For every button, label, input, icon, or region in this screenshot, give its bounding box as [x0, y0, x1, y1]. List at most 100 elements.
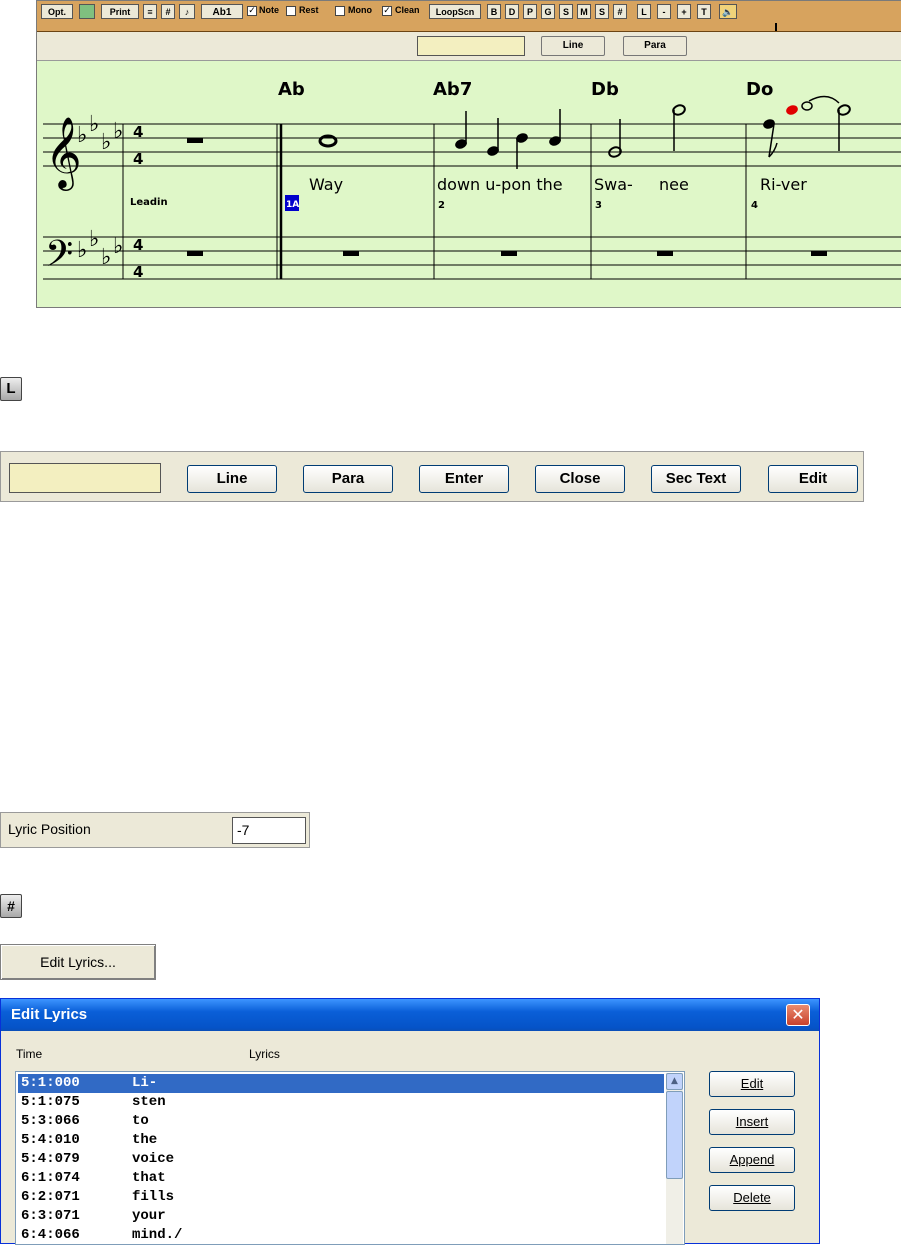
dialog-titlebar: Edit Lyrics ✕: [1, 999, 819, 1031]
lyric-row[interactable]: 5:1:075 sten: [18, 1093, 664, 1112]
lyric-row[interactable]: 5:4:079 voice: [18, 1150, 664, 1169]
grid-view-icon[interactable]: [79, 4, 95, 19]
svg-text:♭: ♭: [77, 238, 87, 263]
hash-icon[interactable]: #: [0, 894, 22, 918]
scroll-thumb[interactable]: [666, 1091, 683, 1179]
toolbar-letter-button[interactable]: S: [595, 4, 609, 19]
lyric-entry-toolbar: Line Para Enter Close Sec Text Edit: [0, 451, 864, 502]
lyric-word: to: [132, 1113, 149, 1129]
options-button[interactable]: Opt.: [41, 4, 73, 19]
edit-lyrics-dialog: Edit Lyrics ✕ Time Lyrics 5:1:000 Li- 5:1:…: [0, 998, 820, 1245]
lyric-row[interactable]: 5:4:010 the: [18, 1131, 664, 1150]
line-button[interactable]: Line: [541, 36, 605, 56]
toolbar-letter-button[interactable]: B: [487, 4, 501, 19]
sec-text-button[interactable]: Sec Text: [651, 465, 741, 493]
lyric-time: 6:2:071: [21, 1189, 80, 1205]
svg-text:♭: ♭: [89, 112, 99, 137]
clean-checkbox-label: Clean: [395, 5, 420, 15]
chord-symbol: Do: [746, 79, 773, 100]
toolbar-letter-button[interactable]: P: [523, 4, 537, 19]
svg-text:♭: ♭: [77, 123, 87, 148]
staff-lines-icon[interactable]: ≡: [143, 4, 157, 19]
ruler-marker: [775, 23, 777, 31]
lyric-position-input[interactable]: -7: [232, 817, 306, 844]
close-icon[interactable]: ✕: [786, 1004, 810, 1026]
lyric-text: Swa-: [594, 175, 633, 194]
melody-notes: [318, 95, 851, 169]
lyric-time: 5:1:075: [21, 1094, 80, 1110]
chord-symbol: Ab: [278, 79, 305, 100]
para-button[interactable]: Para: [303, 465, 393, 493]
chord-position-box[interactable]: Ab1: [201, 4, 243, 19]
rest-checkbox[interactable]: [286, 6, 296, 16]
note-checkbox[interactable]: ✓: [247, 6, 257, 16]
edit-lyrics-button[interactable]: Edit Lyrics...: [0, 944, 156, 980]
note-entry-icon[interactable]: ♪: [179, 4, 195, 19]
svg-text:♭: ♭: [89, 227, 99, 252]
dialog-title: Edit Lyrics: [11, 1006, 88, 1023]
notation-window: Opt. Print ≡ # ♪ Ab1 ✓ Note Rest Mono ✓ …: [36, 0, 901, 308]
toolbar-letter-button[interactable]: G: [541, 4, 555, 19]
lyric-word: that: [132, 1170, 166, 1186]
close-button[interactable]: Close: [535, 465, 625, 493]
rest-checkbox-label: Rest: [299, 5, 319, 15]
lyric-text: down u-pon the: [437, 175, 563, 194]
grid-icon[interactable]: #: [161, 4, 175, 19]
lyric-time: 5:1:000: [21, 1075, 80, 1091]
edit-button[interactable]: Edit: [768, 465, 858, 493]
mono-checkbox-label: Mono: [348, 5, 372, 15]
toolbar-letter-button[interactable]: #: [613, 4, 627, 19]
enter-button[interactable]: Enter: [419, 465, 509, 493]
lyric-entry-input[interactable]: [417, 36, 525, 56]
toolbar-letter-button[interactable]: S: [559, 4, 573, 19]
lyric-text: Way: [309, 175, 343, 194]
svg-text:♭: ♭: [113, 234, 123, 259]
lyric-text: nee: [659, 175, 689, 194]
lyric-row[interactable]: 6:2:071 fills: [18, 1188, 664, 1207]
lyric-time: 5:4:010: [21, 1132, 80, 1148]
toolbar-letter-button[interactable]: M: [577, 4, 591, 19]
position-ruler: [37, 23, 901, 32]
lyric-word: voice: [132, 1151, 175, 1167]
zoom-minus-button[interactable]: -: [657, 4, 671, 19]
print-button[interactable]: Print: [101, 4, 139, 19]
zoom-plus-button[interactable]: +: [677, 4, 691, 19]
bar-number: 4: [751, 200, 758, 211]
scroll-up-icon[interactable]: ▲: [666, 1073, 683, 1090]
svg-text:♭: ♭: [101, 130, 111, 155]
clean-checkbox[interactable]: ✓: [382, 6, 392, 16]
lyrics-list[interactable]: 5:1:000 Li- 5:1:075 sten 5:3:066 to 5:4:010 the…: [15, 1071, 685, 1245]
speaker-icon[interactable]: 🔈: [719, 4, 737, 19]
svg-text:♭: ♭: [113, 119, 123, 144]
key-signature-flats: ♭ ♭♭ ♭ ♭ ♭♭ ♭: [77, 112, 123, 270]
lyric-row[interactable]: 6:3:071 your: [18, 1207, 664, 1226]
delete-button[interactable]: Delete: [709, 1185, 795, 1211]
lyric-row[interactable]: 6:4:066 mind./: [18, 1226, 664, 1244]
mono-checkbox[interactable]: [335, 6, 345, 16]
lyric-word: the: [132, 1132, 158, 1148]
bar-marker-text: 1A: [286, 200, 299, 210]
lyric-row[interactable]: 5:1:000 Li-: [18, 1074, 664, 1093]
text-t-button[interactable]: T: [697, 4, 711, 19]
list-scrollbar[interactable]: ▲: [666, 1073, 683, 1244]
edit-button[interactable]: Edit: [709, 1071, 795, 1097]
para-button[interactable]: Para: [623, 36, 687, 56]
lyric-word: Li-: [132, 1075, 158, 1091]
svg-text:♭: ♭: [101, 245, 111, 270]
bass-clef-icon: 𝄢: [45, 233, 73, 284]
lyric-text: Ri-ver: [760, 175, 807, 194]
line-button[interactable]: Line: [187, 465, 277, 493]
lyrics-l-button[interactable]: L: [637, 4, 651, 19]
insert-button[interactable]: Insert: [709, 1109, 795, 1135]
lyric-text-input[interactable]: [9, 463, 161, 493]
append-button[interactable]: Append: [709, 1147, 795, 1173]
toolbar-letter-button[interactable]: D: [505, 4, 519, 19]
lyric-position-label: Lyric Position: [8, 821, 91, 837]
lyric-position-field: Lyric Position -7: [0, 812, 310, 848]
loop-screen-button[interactable]: LoopScn: [429, 4, 481, 19]
lyrics-l-icon[interactable]: L: [0, 377, 22, 401]
lyric-row[interactable]: 5:3:066 to: [18, 1112, 664, 1131]
lyric-time: 6:4:066: [21, 1227, 80, 1243]
lyric-row[interactable]: 6:1:074 that: [18, 1169, 664, 1188]
bass-time-top: 4: [133, 236, 143, 254]
